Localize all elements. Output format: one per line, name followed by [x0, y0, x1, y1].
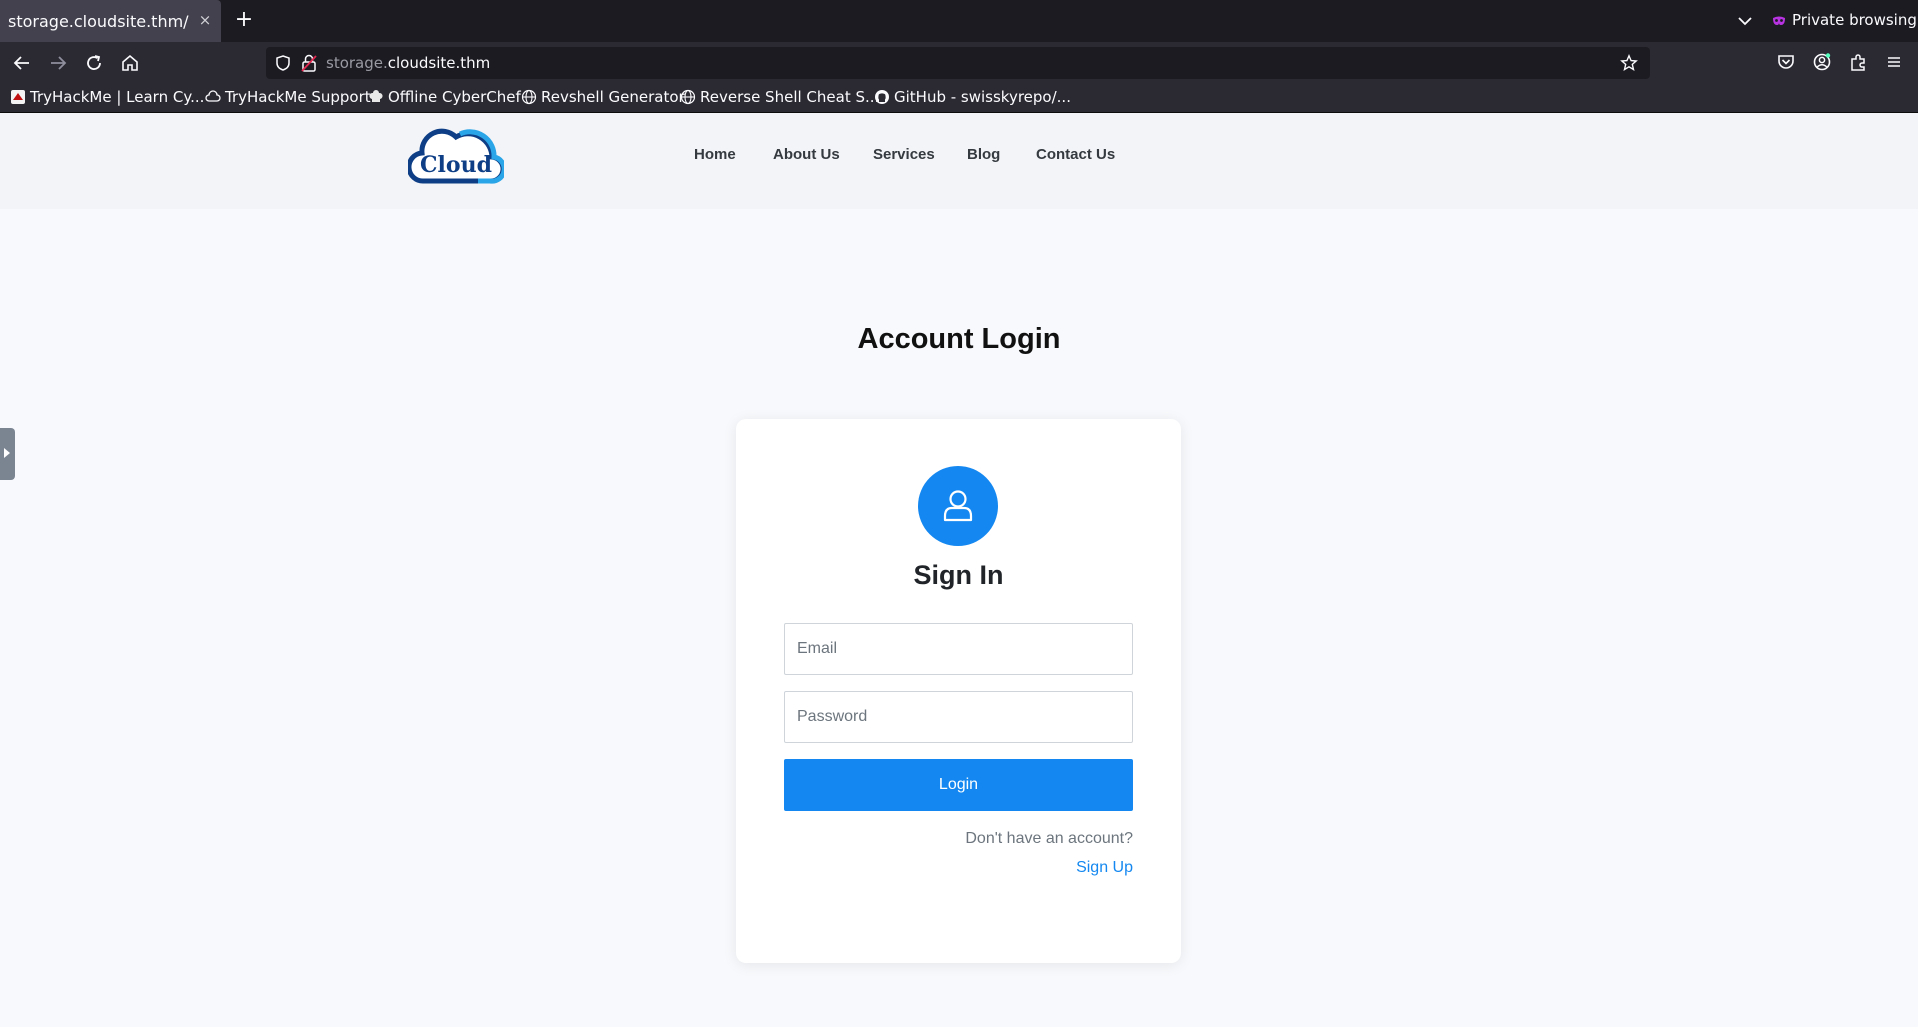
- home-icon[interactable]: [118, 51, 142, 75]
- bookmark-label: TryHackMe | Learn Cy...: [30, 88, 205, 106]
- new-tab-button[interactable]: +: [232, 9, 256, 33]
- nav-about-us[interactable]: About Us: [773, 146, 840, 163]
- tab-title: storage.cloudsite.thm/: [8, 12, 189, 31]
- globe-icon: [521, 89, 537, 105]
- bookmark-github-swisskyrepo[interactable]: GitHub - swisskyrepo/...: [874, 88, 1071, 108]
- sidebar-toggle-handle[interactable]: [0, 428, 15, 480]
- private-mask-icon: [1773, 16, 1785, 25]
- nav-blog[interactable]: Blog: [967, 146, 1000, 163]
- sign-up-link[interactable]: Sign Up: [1076, 859, 1133, 877]
- user-avatar: [918, 466, 998, 546]
- bookmark-tryhackme[interactable]: TryHackMe | Learn Cy...: [10, 88, 204, 108]
- insecure-lock-icon[interactable]: [300, 53, 318, 73]
- page-title: Account Login: [857, 323, 1061, 355]
- forward-arrow-icon[interactable]: [46, 51, 70, 75]
- bookmark-tryhackme-support[interactable]: TryHackMe Support: [205, 88, 371, 108]
- nav-home[interactable]: Home: [694, 146, 736, 163]
- logo-text: Cloud: [420, 152, 492, 178]
- email-input[interactable]: [784, 623, 1133, 675]
- site-header: Cloud Home About Us Services Blog Contac…: [0, 113, 1918, 209]
- password-input[interactable]: [784, 691, 1133, 743]
- bookmark-revshell-generator[interactable]: Revshell Generator: [521, 88, 685, 108]
- login-button[interactable]: Login: [784, 759, 1133, 811]
- app-menu-hamburger-icon[interactable]: [1883, 51, 1905, 73]
- chef-hat-icon: [369, 90, 383, 102]
- address-bar[interactable]: storage.cloudsite.thm: [266, 47, 1650, 79]
- url-subdomain: storage.: [326, 54, 388, 72]
- bookmarks-toolbar: TryHackMe | Learn Cy... TryHackMe Suppor…: [0, 84, 1918, 113]
- globe-icon: [680, 89, 696, 105]
- bookmark-star-icon[interactable]: [1620, 54, 1638, 72]
- tab-list-chevron-icon[interactable]: [1734, 10, 1756, 32]
- github-icon: [875, 90, 889, 104]
- account-icon[interactable]: [1811, 51, 1833, 73]
- login-card: Sign In Login Don't have an account? Sig…: [736, 419, 1181, 963]
- bookmark-reverse-shell-cheat-sheet[interactable]: Reverse Shell Cheat S...: [680, 88, 879, 108]
- reload-icon[interactable]: [82, 51, 106, 75]
- no-account-text: Don't have an account?: [965, 830, 1133, 847]
- site-logo[interactable]: Cloud: [406, 123, 507, 187]
- tab-close-icon[interactable]: ×: [196, 11, 214, 29]
- extensions-puzzle-icon[interactable]: [1847, 51, 1869, 73]
- browser-tab-active[interactable]: storage.cloudsite.thm/ ×: [0, 0, 221, 42]
- bookmark-offline-cyberchef[interactable]: Offline CyberChef: [368, 88, 521, 108]
- bookmark-label: Reverse Shell Cheat S...: [700, 88, 880, 106]
- cloud-icon: [205, 90, 221, 102]
- nav-services[interactable]: Services: [873, 146, 935, 163]
- cloud-logo-icon: Cloud: [406, 128, 507, 184]
- bookmark-label: Offline CyberChef: [388, 88, 521, 106]
- user-icon: [943, 490, 973, 522]
- nav-contact-us[interactable]: Contact Us: [1036, 146, 1115, 163]
- bookmark-label: GitHub - swisskyrepo/...: [894, 88, 1071, 106]
- expand-arrow-icon: [4, 448, 10, 458]
- back-arrow-icon[interactable]: [10, 51, 34, 75]
- pocket-icon[interactable]: [1775, 51, 1797, 73]
- url-domain: cloudsite.thm: [387, 54, 491, 72]
- sign-in-heading: Sign In: [913, 560, 1004, 590]
- url-text[interactable]: storage.cloudsite.thm: [326, 54, 490, 72]
- private-browsing-indicator: Private browsing: [1772, 11, 1917, 31]
- tryhackme-icon: [11, 90, 25, 104]
- browser-tab-strip: storage.cloudsite.thm/ × + Private brows…: [0, 0, 1918, 42]
- bookmark-label: TryHackMe Support: [225, 88, 371, 106]
- private-browsing-label: Private browsing: [1792, 11, 1917, 29]
- tracking-shield-icon[interactable]: [274, 54, 292, 72]
- bookmark-label: Revshell Generator: [541, 88, 685, 106]
